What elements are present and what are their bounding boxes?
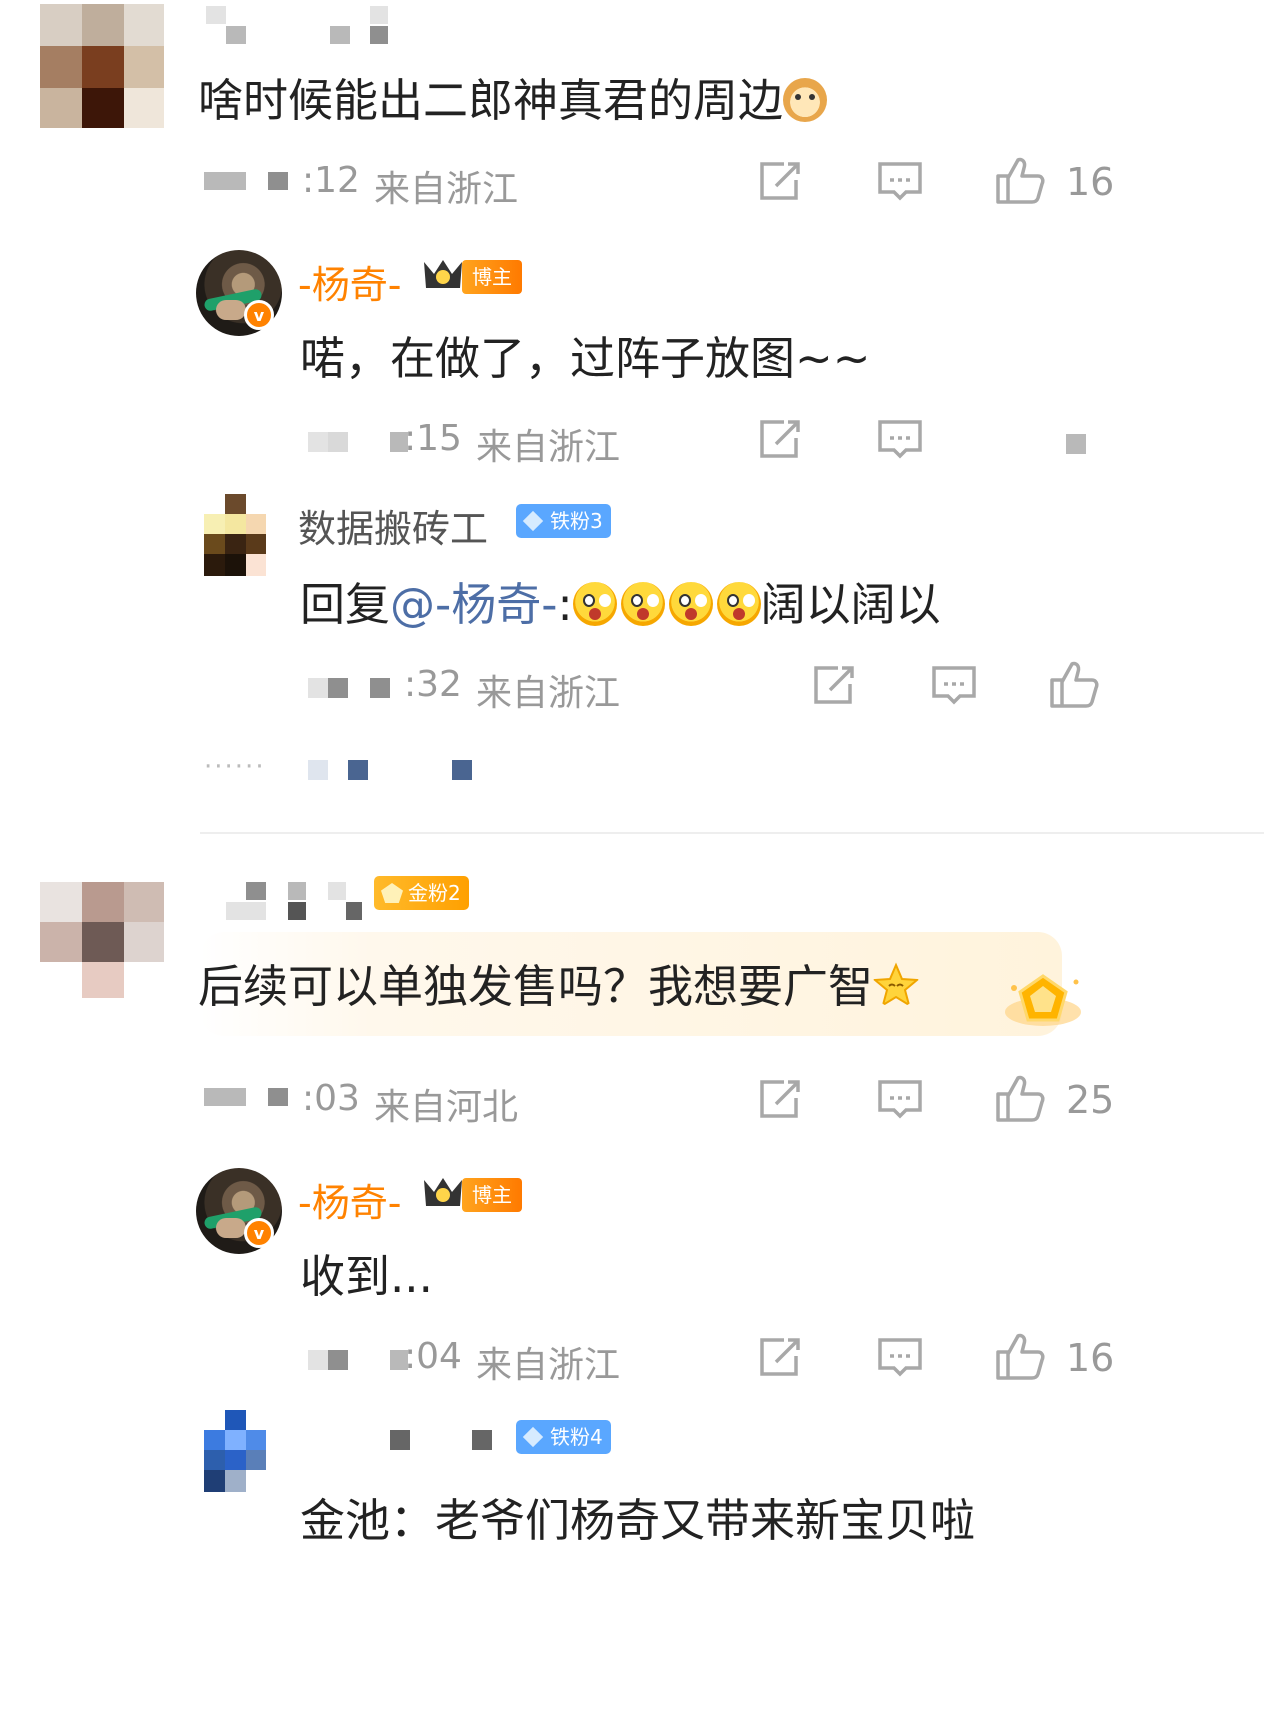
comment-text: 啥时候能出二郎神真君的周边 [198,64,828,129]
iron-fan-badge: 铁粉3 [516,504,611,538]
comment-time: :12 [302,160,360,201]
like-count: 16 [1066,1336,1115,1380]
reply-time: :32 [404,664,462,705]
gold-fan-emblem-icon [1005,974,1081,1026]
repost-icon[interactable] [756,160,804,204]
reply-time: :04 [404,1336,462,1377]
comment-text: 后续可以单独发售吗？我想要广智 [198,950,920,1015]
reply-text: 金池：老爷们杨奇又带来新宝贝啦 [300,1494,976,1547]
wow-emoji-icon [572,582,617,626]
comment-icon[interactable] [930,664,978,708]
fan-badge-label: 铁粉3 [550,509,603,533]
wow-emoji-icon [668,582,713,626]
diamond-icon [522,510,544,532]
blogger-badge: 博主 [462,260,522,294]
more-dots: ······ [204,752,266,782]
repost-icon[interactable] [810,664,858,708]
wow-emoji-icon [620,582,665,626]
verified-icon: v [244,300,274,330]
reply-author[interactable]: -杨奇- [298,254,401,309]
reply-text: 收到... [300,1250,433,1303]
reply-text-body: 阔以阔以 [760,578,941,631]
like-icon[interactable] [1048,658,1100,710]
reply-location: 来自浙江 [476,673,621,714]
repost-icon[interactable] [756,418,804,462]
comment-text-body: 后续可以单独发售吗？我想要广智 [198,960,874,1013]
like-count: 25 [1066,1078,1115,1122]
reply-colon: : [557,578,573,631]
fan-badge-label: 金粉2 [408,881,461,905]
gold-fan-badge: 金粉2 [374,876,469,910]
iron-fan-badge: 铁粉4 [516,1420,611,1454]
reply-location: 来自浙江 [476,427,621,468]
like-icon[interactable] [994,1330,1046,1382]
like-icon[interactable] [994,154,1046,206]
comment-icon[interactable] [876,1336,924,1380]
doge-emoji-icon [783,78,828,122]
comment-location: 来自河北 [374,1087,519,1128]
avatar[interactable] [40,4,164,128]
fan-badge-label: 铁粉4 [550,1425,603,1449]
comment-icon[interactable] [876,160,924,204]
avatar[interactable] [40,882,164,998]
comment-location: 来自浙江 [374,169,519,210]
crown-icon [424,1178,462,1206]
comment-time: :03 [302,1078,360,1119]
reply-author[interactable]: 数据搬砖工 [298,498,488,553]
wow-emoji-icon [716,582,761,626]
like-icon-mosaic[interactable] [1066,434,1086,454]
reply-text: 回复@-杨奇-: 阔以阔以 [300,568,941,633]
comment-icon[interactable] [876,1078,924,1122]
repost-icon[interactable] [756,1336,804,1380]
divider [200,832,1264,834]
reply-author[interactable]: -杨奇- [298,1172,401,1227]
reply-prefix: 回复 [300,578,391,631]
crown-icon [424,260,462,288]
like-icon[interactable] [994,1072,1046,1124]
avatar[interactable] [204,1410,266,1492]
mention-link[interactable]: @-杨奇- [390,578,557,631]
blogger-badge: 博主 [462,1178,522,1212]
avatar[interactable] [204,494,266,576]
reply-location: 来自浙江 [476,1345,621,1386]
verified-icon: v [244,1218,274,1248]
comment-text-body: 啥时候能出二郎神真君的周边 [198,74,784,127]
like-count: 16 [1066,160,1115,204]
pentagon-icon [381,883,403,903]
repost-icon[interactable] [756,1078,804,1122]
star-emoji-icon [873,962,920,1008]
diamond-icon [522,1426,544,1448]
comment-icon[interactable] [876,418,924,462]
reply-time: :15 [404,418,462,459]
reply-text: 喏，在做了，过阵子放图~~ [300,332,871,385]
